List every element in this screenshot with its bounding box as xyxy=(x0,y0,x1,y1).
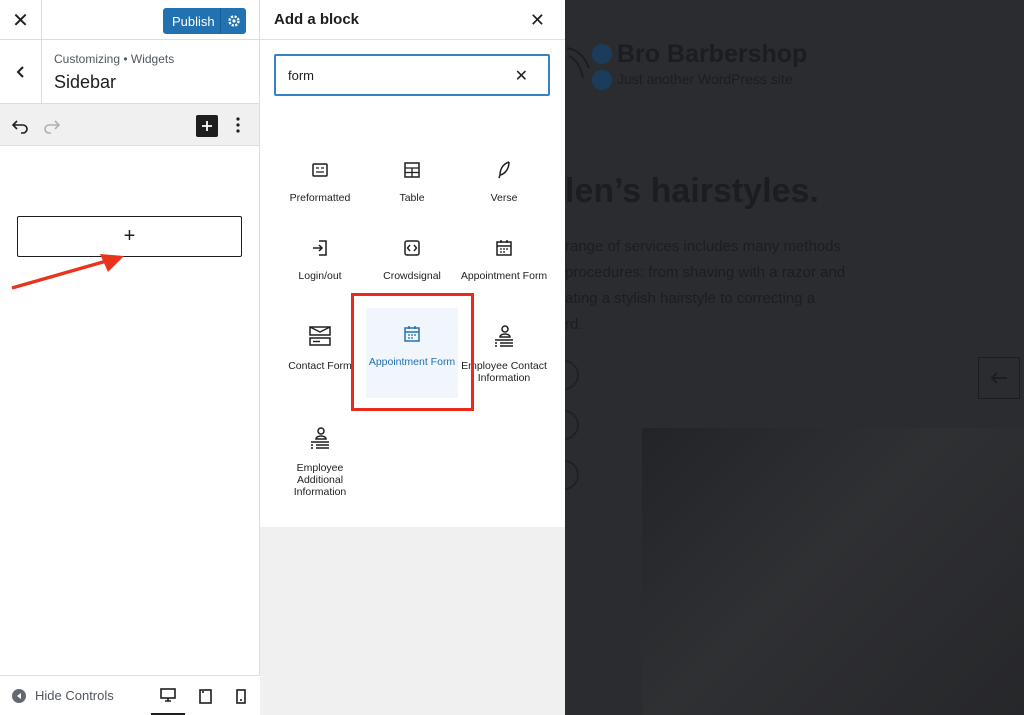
clear-search-button[interactable]: ✕ xyxy=(515,66,528,86)
hide-controls-label: Hide Controls xyxy=(35,688,114,703)
undo-icon[interactable] xyxy=(10,115,30,135)
table-icon xyxy=(404,162,420,178)
tablet-icon xyxy=(198,688,212,704)
customizer-panel: ✕ Publish Customizing • Widgets Sidebar … xyxy=(0,0,260,715)
edit-shortcut-icon[interactable] xyxy=(592,44,612,64)
inserter-title: Add a block xyxy=(274,11,360,28)
mobile-icon xyxy=(236,688,246,704)
collapse-icon xyxy=(12,688,26,703)
employee-icon xyxy=(311,427,329,449)
feather-icon xyxy=(498,161,510,179)
more-options-button[interactable] xyxy=(230,114,246,136)
block-table[interactable]: Table xyxy=(366,160,458,204)
red-highlight-box xyxy=(351,293,474,411)
contact-form-icon xyxy=(309,326,331,346)
decorative-circle xyxy=(565,410,579,440)
block-crowdsignal[interactable]: Crowdsignal xyxy=(366,238,458,282)
inserter-header: Add a block ✕ xyxy=(260,0,565,40)
chevron-left-icon xyxy=(16,65,24,78)
publish-label: Publish xyxy=(172,13,215,29)
paragraph-line: ating a stylish hairstyle to correcting … xyxy=(565,290,816,307)
site-tagline: Just another WordPress site xyxy=(617,71,793,87)
desktop-icon xyxy=(160,687,176,702)
block-label: Table xyxy=(399,192,425,204)
login-icon xyxy=(313,240,327,256)
publish-button[interactable]: Publish xyxy=(163,8,246,34)
block-label: Employee Additional Information xyxy=(293,462,347,498)
red-arrow-annotation xyxy=(11,254,124,290)
desktop-preview-button[interactable] xyxy=(151,676,185,715)
logo-icon xyxy=(566,47,590,79)
site-title: Bro Barbershop xyxy=(617,40,808,68)
section-title: Sidebar xyxy=(54,72,117,92)
block-label: Contact Form xyxy=(288,360,352,372)
calendar-icon xyxy=(496,240,512,256)
arrow-left-icon xyxy=(990,372,1007,384)
block-label: Crowdsignal xyxy=(383,270,441,282)
toggle-inserter-button[interactable] xyxy=(196,115,218,137)
section-header: Customizing • Widgets Sidebar xyxy=(0,40,259,104)
hero-photo xyxy=(642,428,1024,715)
block-label: Preformatted xyxy=(289,192,351,204)
block-login-out[interactable]: Login/out xyxy=(274,238,366,282)
redo-icon[interactable] xyxy=(42,115,62,135)
mobile-preview-button[interactable] xyxy=(224,676,258,715)
customizer-footer: Hide Controls xyxy=(0,675,260,715)
crowdsignal-icon xyxy=(404,240,420,256)
hide-controls-button[interactable]: Hide Controls xyxy=(12,688,114,703)
hero-heading: len’s hairstyles. xyxy=(565,172,819,210)
customizer-header: ✕ Publish xyxy=(0,0,259,40)
block-search-input[interactable]: form ✕ xyxy=(274,54,550,96)
tablet-preview-button[interactable] xyxy=(188,676,222,715)
block-label: Verse xyxy=(490,192,518,204)
site-preview: Bro Barbershop Just another WordPress si… xyxy=(565,0,1024,715)
hero-paragraph: range of services includes many methods … xyxy=(565,234,905,338)
decorative-circle xyxy=(565,460,579,490)
decorative-circle xyxy=(565,360,579,390)
gear-icon[interactable] xyxy=(220,8,246,34)
block-preformatted[interactable]: Preformatted xyxy=(274,160,366,204)
paragraph-line: rd. xyxy=(565,316,583,333)
paragraph-line: range of services includes many methods xyxy=(565,238,841,255)
block-appointment-form[interactable]: Appointment Form xyxy=(458,238,550,282)
search-value: form xyxy=(288,68,314,83)
block-toolbar xyxy=(0,104,259,146)
block-label: Appointment Form xyxy=(460,270,548,282)
plus-icon xyxy=(202,121,212,131)
back-button[interactable] xyxy=(0,40,42,103)
edit-shortcut-icon[interactable] xyxy=(592,70,612,90)
preformatted-icon xyxy=(312,163,328,177)
block-employee-additional[interactable]: Employee Additional Information xyxy=(274,426,366,498)
paragraph-line: procedures: from shaving with a razor an… xyxy=(565,264,846,281)
block-label: Login/out xyxy=(298,270,342,282)
employee-icon xyxy=(495,325,513,347)
slider-prev-button[interactable] xyxy=(978,357,1020,399)
block-verse[interactable]: Verse xyxy=(458,160,550,204)
breadcrumb: Customizing • Widgets xyxy=(54,52,175,66)
more-vertical-icon xyxy=(236,117,240,133)
close-customizer-button[interactable]: ✕ xyxy=(0,0,42,40)
close-inserter-button[interactable]: ✕ xyxy=(530,10,545,31)
